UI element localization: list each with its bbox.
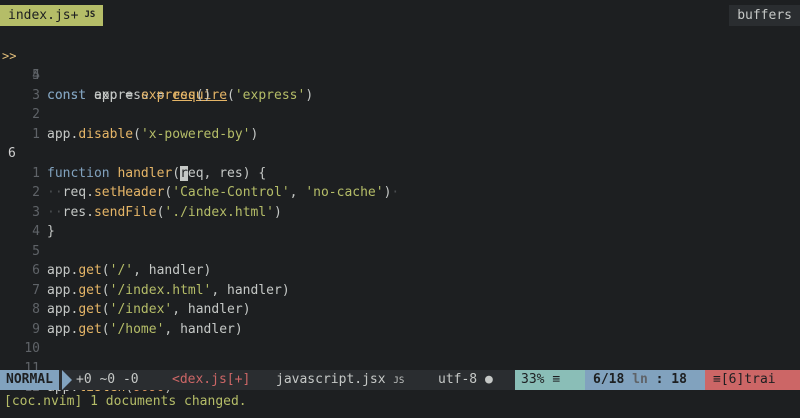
- js-filetype-icon: JS: [393, 376, 405, 386]
- code-line[interactable]: 3 }: [0, 183, 800, 240]
- tab-index-js[interactable]: index.js+ JS: [0, 5, 104, 26]
- buffers-button[interactable]: buffers: [729, 5, 800, 26]
- statusline: NORMAL +0 ~0 -0 <dex.js[+] javascript.js…: [0, 370, 800, 390]
- encoding-label: utf-8: [438, 372, 478, 387]
- percent-label: 33%: [521, 372, 545, 387]
- code-line[interactable]: 6 app.get('/index.html', handler): [0, 242, 800, 298]
- lines-icon: ≡: [552, 372, 561, 387]
- line-position: 6/18: [593, 372, 625, 387]
- js-file-icon: JS: [84, 10, 96, 20]
- code-line[interactable]: 1: [0, 105, 800, 142]
- code-line[interactable]: 5 app.get('/', handler): [0, 222, 800, 279]
- cursor-position: 6/18 ln : 18: [585, 370, 705, 390]
- code-line[interactable]: >> 5 const express = require('express'): [0, 27, 800, 103]
- editor[interactable]: >> 5 const express = require('express') …: [0, 27, 800, 396]
- current-code-line[interactable]: 6 function handler(req, res) {: [0, 125, 800, 181]
- code-line[interactable]: 2 ··res.sendFile('./index.html'): [0, 164, 800, 220]
- ln-label: ln: [632, 372, 648, 387]
- git-diff-summary: +0 ~0 -0: [76, 372, 139, 387]
- code-line[interactable]: 4: [0, 203, 800, 239]
- trailing-whitespace-warning: ≡[6]trai: [705, 370, 800, 390]
- scroll-percent: 33% ≡: [515, 370, 589, 390]
- tab-label: index.js+: [8, 8, 79, 23]
- mode-indicator: NORMAL: [0, 370, 59, 390]
- filetype: javascript.jsx JS: [276, 370, 404, 390]
- encoding: utf-8 ●: [438, 370, 493, 390]
- code-line[interactable]: 8 app.get('/home', handler): [0, 281, 800, 337]
- file-name: <dex.js[+]: [172, 372, 251, 387]
- tabline: index.js+ JS buffers: [0, 0, 800, 26]
- command-line-message: [coc.nvim] 1 documents changed.: [4, 394, 247, 409]
- code-line[interactable]: 11 app.listen(9090): [0, 339, 800, 396]
- code-line[interactable]: 9: [0, 300, 800, 337]
- code-line[interactable]: 1 ··req.setHeader('Cache-Control', 'no-c…: [0, 144, 800, 201]
- apple-icon: ●: [484, 372, 493, 387]
- column-number: 18: [671, 372, 687, 387]
- code-line[interactable]: 2 app.disable('x-powered-by'): [0, 86, 800, 142]
- filetype-label: javascript.jsx: [276, 372, 386, 387]
- code-line[interactable]: 3: [0, 66, 800, 103]
- code-line[interactable]: 7 app.get('/index', handler): [0, 261, 800, 318]
- mode-separator: [62, 370, 72, 390]
- lines-icon: ≡: [713, 372, 721, 387]
- code-line[interactable]: 4 const app = express(): [0, 47, 800, 103]
- code-line[interactable]: 10: [0, 320, 800, 356]
- trailing-label: [6]trai: [720, 372, 776, 387]
